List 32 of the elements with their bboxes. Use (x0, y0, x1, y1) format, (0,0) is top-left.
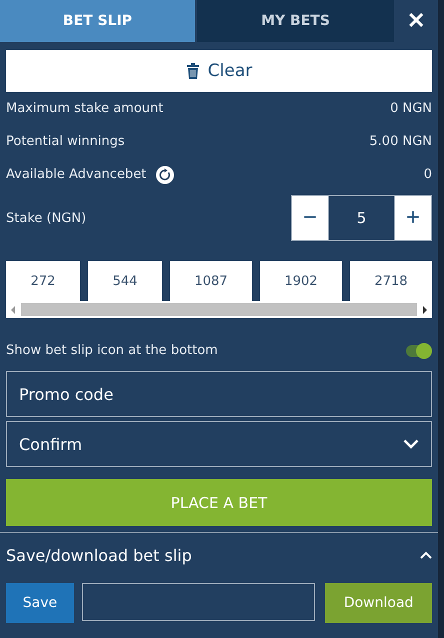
summary-value: 0 (424, 167, 432, 182)
toggle-switch[interactable] (406, 344, 430, 356)
clear-button[interactable]: Clear (6, 50, 432, 92)
summary-label: Potential winnings (6, 134, 125, 149)
summary-value: 5.00 NGN (369, 134, 432, 149)
tab[interactable]: BET SLIP (0, 0, 195, 42)
scroll-right-icon (422, 306, 428, 314)
scrollbar-thumb[interactable] (21, 303, 417, 316)
quick-stake-button[interactable]: 544 (88, 261, 162, 301)
toggle-label: Show bet slip icon at the bottom (6, 343, 218, 358)
save-button[interactable]: Save (6, 583, 74, 623)
save-name-field[interactable] (82, 583, 316, 621)
quick-stake-button[interactable]: 1087 (170, 261, 252, 301)
refresh-icon[interactable] (156, 166, 174, 184)
trash-icon (186, 62, 200, 80)
confirm-select[interactable]: Confirm (6, 421, 432, 467)
quick-stake-button[interactable]: 272 (6, 261, 80, 301)
summary-label: Available Advancebet (6, 167, 146, 182)
summary-label: Maximum stake amount (6, 101, 164, 116)
summary-value: 0 NGN (390, 101, 432, 116)
scroll-left-icon (10, 306, 16, 314)
minus-button[interactable]: − (291, 195, 329, 241)
tab[interactable]: MY BETS (197, 0, 394, 42)
quick-stake-button[interactable]: 1902 (260, 261, 342, 301)
section-title: Save/download bet slip (6, 546, 192, 564)
plus-button[interactable]: + (394, 195, 432, 241)
chevron-down-icon (403, 439, 419, 449)
chevron-up-icon[interactable] (420, 551, 432, 559)
stake-field[interactable]: 5 (329, 195, 394, 241)
promo-code-field[interactable]: Promo code (6, 371, 432, 417)
quick-stake-button[interactable]: 2718 (350, 261, 432, 301)
stake-label: Stake (NGN) (6, 210, 86, 226)
